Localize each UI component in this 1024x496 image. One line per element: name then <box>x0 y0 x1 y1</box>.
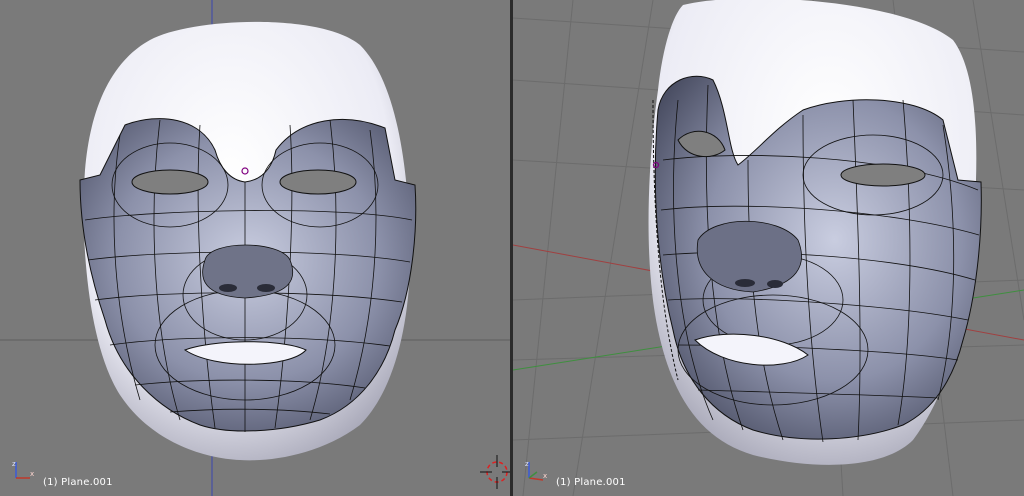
viewport-front[interactable]: z x (1) Plane.001 <box>0 0 510 496</box>
axis-gizmo-perspective: z x <box>525 460 547 481</box>
svg-text:x: x <box>30 470 34 478</box>
left-nostril <box>219 284 237 292</box>
left-eye-hole <box>131 169 209 195</box>
viewport-front-canvas[interactable] <box>0 0 510 496</box>
right-eye-hole-perspective <box>840 163 926 187</box>
viewport-perspective-canvas[interactable] <box>513 0 1024 496</box>
svg-text:z: z <box>12 460 16 468</box>
nostril-perspective-right <box>767 280 783 288</box>
svg-text:z: z <box>525 460 529 468</box>
axis-gizmo-front: z x <box>12 460 34 479</box>
nose-mesh <box>202 244 294 299</box>
active-object-label: (1) Plane.001 <box>43 477 113 488</box>
svg-text:x: x <box>543 472 547 480</box>
nostril-perspective-left <box>735 279 755 287</box>
3d-cursor-icon[interactable] <box>480 455 510 489</box>
right-eye-hole <box>279 169 357 195</box>
active-object-label-perspective: (1) Plane.001 <box>556 477 626 488</box>
blender-3d-view-window: z x (1) Plane.001 z x (1) Plane.001 <box>0 0 1024 496</box>
right-nostril <box>257 284 275 292</box>
viewport-perspective[interactable]: z x (1) Plane.001 <box>513 0 1024 496</box>
